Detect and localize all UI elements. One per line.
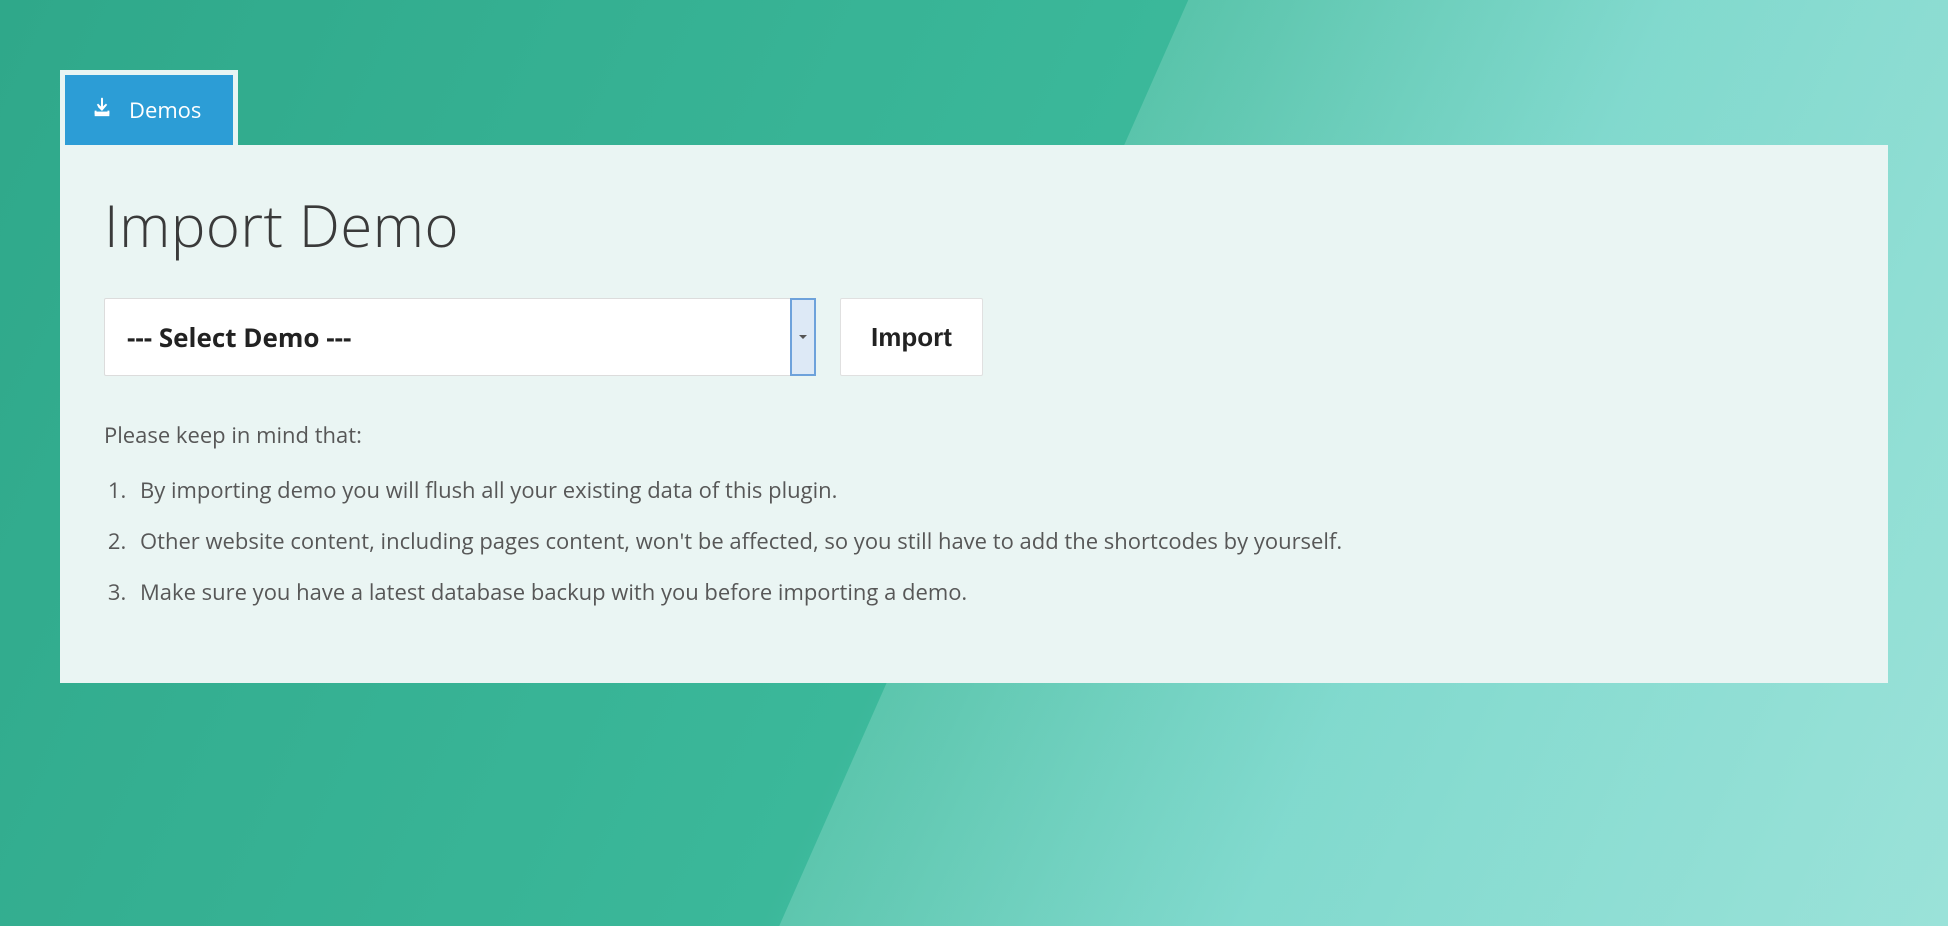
demo-select[interactable]: --- Select Demo --- --- Select Demo ---	[104, 298, 816, 376]
tab-bar: Demos	[60, 70, 1888, 145]
notes-intro: Please keep in mind that:	[104, 420, 1844, 450]
download-icon	[91, 95, 113, 125]
list-item: Make sure you have a latest database bac…	[132, 576, 1844, 609]
page-title: Import Demo	[104, 185, 1844, 264]
tab-demos[interactable]: Demos	[60, 70, 238, 145]
form-row: --- Select Demo --- --- Select Demo --- …	[104, 298, 1844, 376]
import-button[interactable]: Import	[840, 298, 983, 376]
tab-label: Demos	[129, 95, 201, 125]
page-container: Demos Import Demo --- Select Demo --- --…	[0, 0, 1948, 683]
import-panel: Import Demo --- Select Demo --- --- Sele…	[60, 145, 1888, 683]
list-item: Other website content, including pages c…	[132, 525, 1844, 558]
list-item: By importing demo you will flush all you…	[132, 474, 1844, 507]
notes-list: By importing demo you will flush all you…	[104, 474, 1844, 609]
